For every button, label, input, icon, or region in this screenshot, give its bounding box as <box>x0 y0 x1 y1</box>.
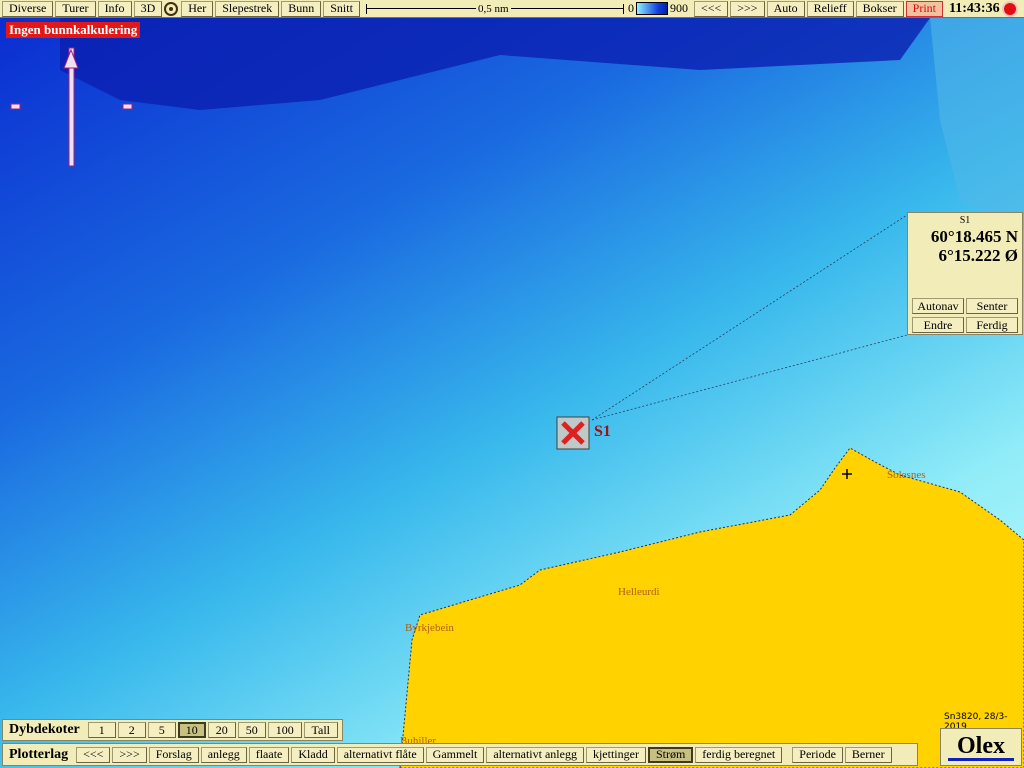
depth-50-button[interactable]: 50 <box>237 722 266 738</box>
latitude: 60°18.465 N <box>930 227 1018 246</box>
berner-button[interactable]: Berner <box>844 746 892 763</box>
layer-strom-button[interactable]: Strøm <box>647 746 694 763</box>
autonav-button[interactable]: Autonav <box>912 298 964 314</box>
print-button[interactable]: Print <box>905 0 944 17</box>
auto-button[interactable]: Auto <box>766 0 805 17</box>
depth-2-button[interactable]: 2 <box>117 722 146 738</box>
place-label: Helleurdi <box>618 586 660 598</box>
longitude: 6°15.222 Ø <box>938 246 1018 265</box>
waypoint-marker-s1 <box>556 416 590 450</box>
scale-bar: 0,5 nm <box>365 2 624 16</box>
info-button[interactable]: Info <box>97 0 132 17</box>
clock: 11:43:36 <box>949 0 1000 16</box>
place-label: Byrkjebein <box>405 622 454 634</box>
bunn-button[interactable]: Bunn <box>281 0 322 17</box>
periode-button[interactable]: Periode <box>792 746 843 763</box>
turer-button[interactable]: Turer <box>55 0 96 17</box>
relieff-button[interactable]: Relieff <box>806 0 854 17</box>
senter-button[interactable]: Senter <box>966 298 1018 314</box>
waypoint-label: S1 <box>594 423 611 440</box>
place-label: Solesnes <box>887 469 926 481</box>
diverse-button[interactable]: Diverse <box>2 0 54 17</box>
layer-kladd-button[interactable]: Kladd <box>291 746 335 763</box>
layer-next-button[interactable]: >>> <box>112 746 147 763</box>
depth-5-button[interactable]: 5 <box>147 722 176 738</box>
depth-10-button[interactable]: 10 <box>177 722 206 738</box>
next-button[interactable]: >>> <box>730 0 765 17</box>
dybdekoter-title: Dybdekoter <box>9 722 80 737</box>
layer-flaate-button[interactable]: flaate <box>248 746 290 763</box>
layer-forslag-button[interactable]: Forslag <box>148 746 199 763</box>
depth-legend: 0 900 <box>627 1 688 15</box>
dybdekoter-bar: Dybdekoter 1 2 5 10 20 50 100 Tall <box>2 719 343 741</box>
no-bottom-calc-warning: Ingen bunnkalkulering <box>6 22 141 38</box>
top-toolbar: Diverse Turer Info 3D Her Slepestrek Bun… <box>0 0 1024 18</box>
target-icon[interactable] <box>164 1 179 16</box>
snitt-button[interactable]: Snitt <box>323 0 360 17</box>
layer-anlegg-button[interactable]: anlegg <box>200 746 247 763</box>
olex-logo[interactable]: Olex <box>940 728 1022 766</box>
waypoint-name: S1 <box>959 215 971 226</box>
her-button[interactable]: Her <box>181 0 214 17</box>
waypoint-panel: S1 60°18.465 N 6°15.222 Ø Autonav Senter… <box>907 212 1023 335</box>
layer-alternativt-flate-button[interactable]: alternativt flåte <box>336 746 424 763</box>
tall-button[interactable]: Tall <box>303 722 338 738</box>
ferdig-button[interactable]: Ferdig <box>966 317 1018 333</box>
slepestrek-button[interactable]: Slepestrek <box>215 0 280 17</box>
endre-button[interactable]: Endre <box>912 317 964 333</box>
chart-map[interactable] <box>0 0 1024 768</box>
sun-icon[interactable] <box>1003 2 1016 15</box>
plotterlag-bar: Plotterlag <<< >>> Forslag anlegg flaate… <box>2 743 918 766</box>
depth-20-button[interactable]: 20 <box>207 722 236 738</box>
plotterlag-title: Plotterlag <box>9 746 69 762</box>
layer-gammelt-button[interactable]: Gammelt <box>425 746 485 763</box>
depth-100-button[interactable]: 100 <box>267 722 302 738</box>
layer-prev-button[interactable]: <<< <box>76 746 111 763</box>
layer-kjettinger-button[interactable]: kjettinger <box>585 746 646 763</box>
layer-ferdig-beregnet-button[interactable]: ferdig beregnet <box>695 746 783 763</box>
prev-button[interactable]: <<< <box>693 0 729 17</box>
depth-1-button[interactable]: 1 <box>87 722 116 738</box>
3d-button[interactable]: 3D <box>133 0 163 17</box>
bokser-button[interactable]: Bokser <box>855 0 904 17</box>
layer-alternativt-anlegg-button[interactable]: alternativt anlegg <box>486 746 584 763</box>
